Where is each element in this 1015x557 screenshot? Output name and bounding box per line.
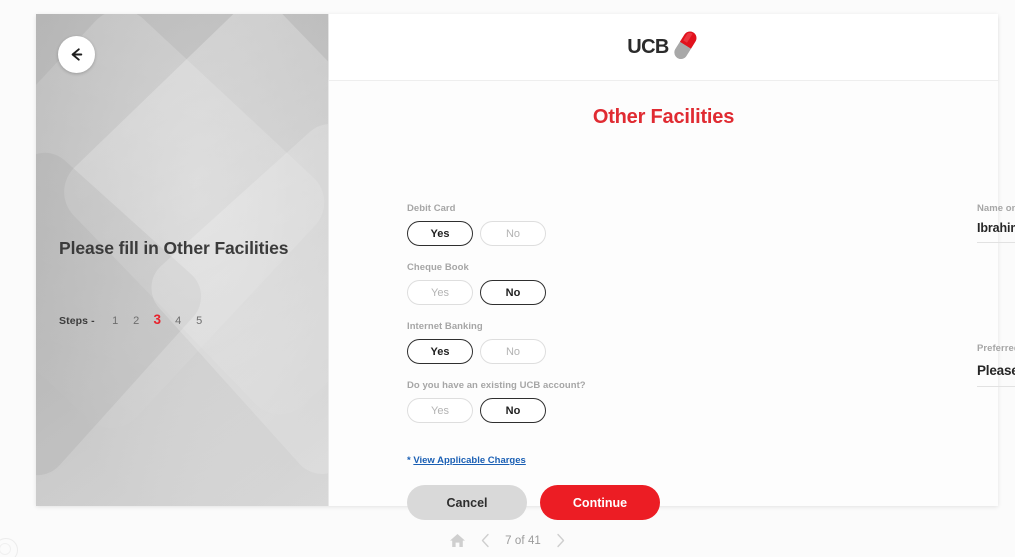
prev-page-button[interactable]	[480, 533, 491, 548]
ucb-logo: UCB	[627, 28, 700, 67]
preferred-branch-label: Preferred Branch	[977, 343, 1015, 354]
ucb-capsule-logo-icon	[670, 28, 700, 67]
toggle-group: Yes No	[407, 398, 937, 423]
continue-button[interactable]: Continue	[540, 485, 660, 520]
name-on-debit-card-field[interactable]: Name on Debit Card Ibrahim	[977, 203, 1015, 243]
footer-navigation: 7 of 41	[0, 533, 1015, 548]
sidebar-vignette	[36, 14, 328, 506]
question-label: Do you have an existing UCB account?	[407, 380, 586, 391]
cancel-button[interactable]: Cancel	[407, 485, 527, 520]
pane-body: Other Facilities Debit Card Yes No Chequ…	[329, 81, 1015, 520]
question-label: Debit Card	[407, 203, 456, 214]
internet-banking-no-button[interactable]: No	[480, 339, 546, 364]
step-3[interactable]: 3	[147, 312, 168, 327]
pane-header: UCB	[329, 14, 998, 81]
question-label: Cheque Book	[407, 262, 469, 273]
question-cheque-book: Cheque Book Yes No	[407, 262, 937, 305]
preferred-branch-value: Please select	[977, 362, 1015, 378]
action-buttons: Cancel Continue	[407, 485, 660, 520]
preferred-branch-field[interactable]: Preferred Branch Please select	[977, 343, 1015, 387]
charges-link-text[interactable]: View Applicable Charges	[413, 455, 525, 466]
back-button[interactable]	[58, 36, 95, 73]
logo-text: UCB	[627, 35, 669, 58]
preferred-branch-select[interactable]: Please select	[977, 361, 1015, 386]
sidebar-heading: Please fill in Other Facilities	[59, 238, 289, 258]
internet-banking-yes-button[interactable]: Yes	[407, 339, 473, 364]
application-card: Please fill in Other Facilities Steps - …	[36, 14, 1015, 520]
screen-root: Please fill in Other Facilities Steps - …	[0, 0, 1015, 557]
page-title: Other Facilities	[592, 106, 735, 128]
step-1[interactable]: 1	[105, 315, 126, 327]
existing-account-yes-button[interactable]: Yes	[407, 398, 473, 423]
arrow-left-icon	[67, 45, 86, 64]
existing-account-no-button[interactable]: No	[480, 398, 546, 423]
debit-card-yes-button[interactable]: Yes	[407, 221, 473, 246]
questions-column: Debit Card Yes No Cheque Book Yes No Int…	[407, 203, 937, 439]
view-applicable-charges[interactable]: * View Applicable Charges	[407, 455, 526, 466]
question-label: Internet Banking	[407, 321, 483, 332]
question-debit-card: Debit Card Yes No	[407, 203, 937, 246]
debit-card-no-button[interactable]: No	[480, 221, 546, 246]
next-page-button[interactable]	[555, 533, 566, 548]
cheque-book-no-button[interactable]: No	[480, 280, 546, 305]
toggle-group: Yes No	[407, 221, 937, 246]
page-indicator: 7 of 41	[505, 534, 541, 547]
name-on-debit-card-label: Name on Debit Card	[977, 203, 1015, 214]
sidebar-panel: Please fill in Other Facilities Steps - …	[36, 14, 328, 506]
step-4[interactable]: 4	[168, 315, 189, 327]
question-internet-banking: Internet Banking Yes No	[407, 321, 937, 364]
details-column: Name on Debit Card Ibrahim Preferred Bra…	[977, 203, 1015, 387]
toggle-group: Yes No	[407, 339, 937, 364]
step-2[interactable]: 2	[126, 315, 147, 327]
steps-indicator: Steps - 1 2 3 4 5	[59, 312, 210, 327]
field-underline	[977, 386, 1015, 387]
step-5[interactable]: 5	[189, 315, 210, 327]
home-icon[interactable]	[449, 533, 466, 548]
toggle-group: Yes No	[407, 280, 937, 305]
steps-label: Steps -	[59, 315, 95, 327]
field-underline	[977, 242, 1015, 243]
content-pane: UCB Other Facilities Debit Card Yes No C…	[328, 14, 1015, 520]
question-existing-account: Do you have an existing UCB account? Yes…	[407, 380, 937, 423]
cheque-book-yes-button[interactable]: Yes	[407, 280, 473, 305]
name-on-debit-card-value[interactable]: Ibrahim	[977, 221, 1015, 242]
